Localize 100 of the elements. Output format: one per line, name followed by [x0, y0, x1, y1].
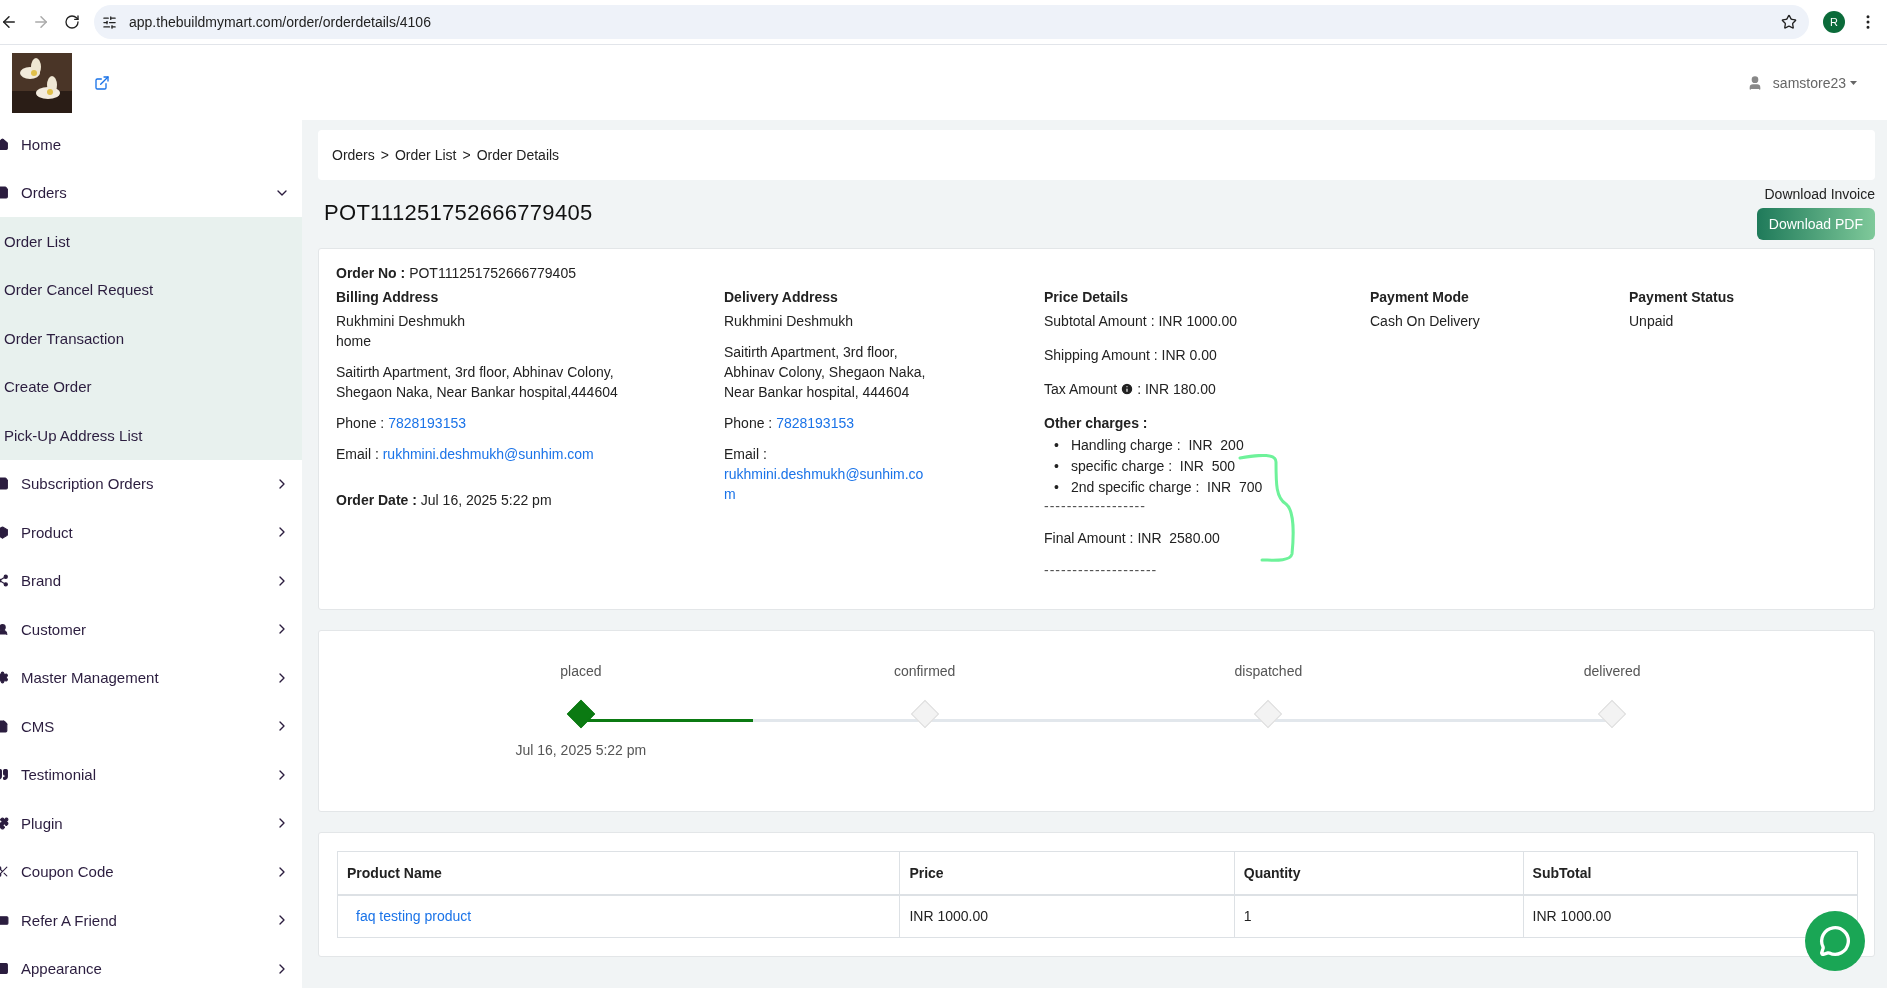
breadcrumb-separator: >: [462, 147, 471, 163]
charge-item: 2nd specific charge : INR 700: [1070, 478, 1263, 497]
order-title: POT111251752666779405: [324, 200, 593, 226]
submenu-item[interactable]: Order List: [0, 217, 302, 266]
submenu-item[interactable]: Pick-Up Address List: [0, 411, 302, 460]
sidebar-item[interactable]: Appearance: [0, 944, 302, 988]
column-header: Product Name: [337, 851, 900, 895]
phone-link[interactable]: 7828193153: [388, 415, 467, 431]
price-value: INR 1000.00: [1158, 313, 1238, 329]
price-label: Tax Amount: [1044, 380, 1118, 399]
menu-item-icon: [0, 865, 9, 879]
menu-item-icon: [0, 913, 9, 927]
step-date: Jul 16, 2025 5:22 pm: [515, 742, 647, 758]
step-label: delivered: [1583, 663, 1641, 679]
menu-item-icon: [0, 574, 9, 588]
menu-item-icon: [0, 137, 9, 151]
invoice-label: Download Invoice: [1764, 186, 1875, 202]
bullet: •: [1054, 478, 1059, 497]
product-link[interactable]: faq testing product: [356, 908, 472, 925]
sidebar-item[interactable]: Testimonial: [0, 750, 302, 799]
delivery-heading: Delivery Address: [724, 289, 839, 305]
other-charges-heading: Other charges :: [1044, 414, 1149, 433]
sidebar-item[interactable]: Coupon Code: [0, 847, 302, 896]
payment-status: Unpaid: [1629, 312, 1675, 331]
sidebar-item[interactable]: Master Management: [0, 653, 302, 702]
chat-icon: [1819, 925, 1851, 957]
email-link[interactable]: rukhmini.deshmukh@sunhim.co: [724, 464, 924, 484]
user-menu[interactable]: samstore23: [1772, 74, 1846, 91]
step-label: placed: [560, 663, 602, 679]
sidebar-item[interactable]: Orders: [0, 168, 302, 217]
order-date-label: Order Date :: [336, 492, 417, 508]
email-label: Email :: [724, 445, 768, 464]
menu-item-icon: [0, 186, 9, 200]
submenu-item[interactable]: Order Transaction: [0, 314, 302, 363]
order-no-label: Order No :: [336, 265, 406, 281]
menu-item-icon: [0, 622, 9, 636]
menu-item-icon: [0, 768, 9, 782]
reload-icon[interactable]: [64, 14, 80, 30]
menu-item-icon: [0, 719, 9, 733]
menu-item-icon: [0, 477, 9, 491]
step-label: confirmed: [893, 663, 956, 679]
menu-item-icon: [0, 671, 9, 685]
sidebar-item[interactable]: Product: [0, 508, 302, 557]
profile-avatar[interactable]: R: [1823, 11, 1845, 33]
payment-mode-heading: Payment Mode: [1370, 289, 1470, 305]
phone-label: Phone :: [724, 415, 774, 431]
price-label: Shipping Amount :: [1044, 347, 1158, 363]
charge-item: Handling charge : INR 200: [1070, 436, 1244, 455]
menu-item-icon: [0, 962, 9, 976]
order-date: Jul 16, 2025 5:22 pm: [420, 492, 552, 508]
bookmark-star-icon[interactable]: [1781, 14, 1797, 30]
dashed-rule: ------------------: [1044, 498, 1147, 514]
download-pdf-button[interactable]: Download PDF: [1756, 208, 1875, 240]
submenu-item[interactable]: Order Cancel Request: [0, 265, 302, 314]
caret-icon: [1850, 80, 1857, 85]
breadcrumb-link[interactable]: Orders: [332, 147, 375, 163]
price-heading: Price Details: [1044, 289, 1130, 305]
charge-item: specific charge : INR 500: [1070, 457, 1236, 476]
order-no: POT111251752666779405: [409, 265, 576, 281]
submenu-item[interactable]: Create Order: [0, 362, 302, 411]
billing-heading: Billing Address: [336, 289, 440, 305]
sidebar-item[interactable]: Plugin: [0, 799, 302, 848]
payment-mode: Cash On Delivery: [1370, 312, 1481, 331]
sidebar-item[interactable]: Refer A Friend: [0, 896, 302, 945]
address-bar[interactable]: app.thebuildmymart.com/order/orderdetails/4106: [94, 5, 1809, 39]
price-value: : INR 180.00: [1137, 380, 1216, 399]
info-icon[interactable]: [1120, 382, 1135, 396]
payment-status-heading: Payment Status: [1629, 289, 1736, 305]
sidebar-item[interactable]: Customer: [0, 605, 302, 654]
dashed-rule: --------------------: [1044, 562, 1159, 578]
menu-item-icon: [0, 525, 9, 539]
table-cell: 1: [1234, 894, 1524, 938]
site-settings-icon[interactable]: [102, 14, 117, 30]
sidebar-item[interactable]: Subscription Orders: [0, 459, 302, 508]
bullet: •: [1054, 457, 1059, 476]
email-label: Email :: [336, 446, 380, 462]
column-header: Quantity: [1234, 851, 1524, 895]
billing-name: Rukhmini Deshmukh: [336, 312, 467, 331]
step-label: dispatched: [1234, 663, 1303, 679]
menu-item-icon: [0, 816, 9, 830]
sidebar-item[interactable]: Home: [0, 120, 302, 169]
price-label: Subtotal Amount :: [1044, 313, 1155, 329]
column-header: SubTotal: [1523, 851, 1858, 895]
breadcrumb-link[interactable]: Order Details: [476, 147, 560, 163]
delivery-name: Rukhmini Deshmukh: [724, 312, 855, 331]
table-cell: INR 1000.00: [899, 894, 1235, 938]
price-value: INR 0.00: [1161, 347, 1217, 363]
sidebar-item[interactable]: Brand: [0, 556, 302, 605]
phone-label: Phone :: [336, 415, 386, 431]
sidebar-item[interactable]: CMS: [0, 702, 302, 751]
delivery-address: Saitirth Apartment, 3rd floor, Abhinav Colony, Shegaon Naka, Near Bankar hospital, 444604: [724, 343, 927, 402]
column-header: Price: [899, 851, 1235, 895]
email-link[interactable]: m: [724, 484, 736, 504]
email-link[interactable]: rukhmini.deshmukh@sunhim.com: [382, 446, 594, 462]
breadcrumb-link[interactable]: Order List: [395, 147, 457, 163]
back-icon[interactable]: [0, 13, 18, 31]
billing-address: Saitirth Apartment, 3rd floor, Abhinav Colony, Shegaon Naka, Near Bankar hospital,444604: [336, 363, 619, 402]
external-link-icon[interactable]: [94, 74, 110, 91]
billing-tag: home: [336, 331, 724, 351]
phone-link[interactable]: 7828193153: [776, 415, 855, 431]
